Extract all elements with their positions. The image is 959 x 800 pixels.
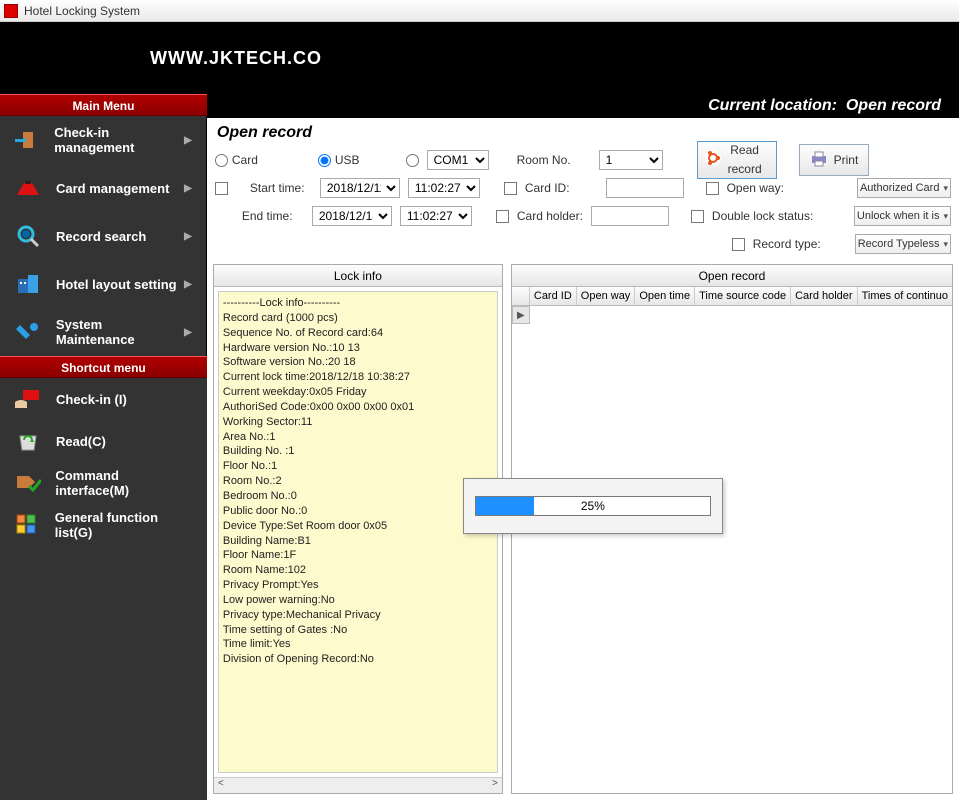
chevron-down-icon: ▾ <box>943 211 948 222</box>
recycle-icon <box>14 429 42 453</box>
shortcut-read[interactable]: Read(C) <box>0 420 207 462</box>
end-time-select[interactable]: 11:02:27 <box>400 206 472 226</box>
window-title: Hotel Locking System <box>24 4 140 18</box>
sidebar-item-label: System Maintenance <box>56 317 184 347</box>
sidebar-item-checkin-management[interactable]: Check-in management ▶ <box>0 116 207 164</box>
col-timesource[interactable]: Time source code <box>695 287 791 305</box>
end-date-select[interactable]: 2018/12/18 <box>312 206 392 226</box>
shortcut-label: General function list(G) <box>55 510 193 540</box>
chevron-down-icon: ▾ <box>943 183 948 194</box>
content-area: Current location: Open record Open recor… <box>207 94 959 800</box>
col-cardholder[interactable]: Card holder <box>791 287 857 305</box>
location-label: Current location: <box>708 97 837 114</box>
sidebar-item-hotel-layout[interactable]: Hotel layout setting ▶ <box>0 260 207 308</box>
start-time-select[interactable]: 11:02:27 <box>408 178 480 198</box>
shortcut-menu-header: Shortcut menu <box>0 356 207 378</box>
openway-label: Open way: <box>727 181 784 195</box>
sidebar-item-system-maintenance[interactable]: System Maintenance ▶ <box>0 308 207 356</box>
progress-label: 25% <box>476 497 710 515</box>
open-record-header: Open record <box>512 265 952 287</box>
radio-usb[interactable]: USB <box>318 153 360 167</box>
window-titlebar: Hotel Locking System <box>0 0 959 22</box>
rtype-checkbox[interactable] <box>732 238 745 251</box>
openway-checkbox[interactable] <box>706 182 719 195</box>
shortcut-general-function[interactable]: General function list(G) <box>0 504 207 546</box>
grid-header: Card ID Open way Open time Time source c… <box>512 287 952 306</box>
openway-select[interactable]: Authorized Card▾ <box>857 178 951 198</box>
card-icon <box>14 176 42 200</box>
shortcut-checkin[interactable]: Check-in (I) <box>0 378 207 420</box>
start-time-label: Start time: <box>250 181 312 195</box>
location-value: Open record <box>846 97 941 114</box>
cardholder-label: Card holder: <box>517 209 583 223</box>
col-cardid[interactable]: Card ID <box>530 287 577 305</box>
chevron-right-icon: ▶ <box>184 135 192 146</box>
sidebar-item-card-management[interactable]: Card management ▶ <box>0 164 207 212</box>
door-icon <box>14 128 40 152</box>
sidebar-item-label: Check-in management <box>54 125 184 155</box>
room-select[interactable]: 1 <box>599 150 663 170</box>
grid-body[interactable]: ▶ <box>512 306 952 793</box>
filter-area: Card USB COM1 Room No. 1 Read record <box>207 144 959 264</box>
col-openway[interactable]: Open way <box>577 287 636 305</box>
sidebar-item-record-search[interactable]: Record search ▶ <box>0 212 207 260</box>
progress-bar: 25% <box>475 496 711 516</box>
lock-info-panel: Lock info ----------Lock info---------- … <box>213 264 503 794</box>
radio-com[interactable] <box>406 154 419 167</box>
app-icon <box>4 4 18 18</box>
chevron-down-icon: ▾ <box>943 239 948 250</box>
shortcut-label: Check-in (I) <box>56 392 127 407</box>
rtype-select[interactable]: Record Typeless▾ <box>855 234 951 254</box>
sidebar: Main Menu Check-in management ▶ Card man… <box>0 94 207 800</box>
chevron-right-icon: ▶ <box>184 327 192 338</box>
page-title: Open record <box>207 118 959 144</box>
printer-icon <box>810 151 828 170</box>
location-bar: Current location: Open record <box>207 94 959 118</box>
cardholder-checkbox[interactable] <box>496 210 509 223</box>
shortcut-label: Command interface(M) <box>55 468 193 498</box>
dls-label: Double lock status: <box>712 209 813 223</box>
chevron-right-icon: ▶ <box>184 279 192 290</box>
col-times[interactable]: Times of continuo <box>858 287 952 305</box>
start-date-select[interactable]: 2018/12/11 <box>320 178 400 198</box>
chevron-right-icon: ▶ <box>184 231 192 242</box>
h-scrollbar[interactable]: <> <box>214 777 502 793</box>
progress-dialog: 25% <box>463 478 723 534</box>
lock-info-header: Lock info <box>214 265 502 287</box>
wrench-icon <box>14 320 42 344</box>
lock-info-text[interactable]: ----------Lock info---------- Record car… <box>218 291 498 773</box>
radio-card[interactable]: Card <box>215 153 258 167</box>
shortcut-label: Read(C) <box>56 434 106 449</box>
com-select[interactable]: COM1 <box>427 150 489 170</box>
main-menu-header: Main Menu <box>0 94 207 116</box>
col-opentime[interactable]: Open time <box>635 287 695 305</box>
hand-card-icon <box>14 387 42 411</box>
end-time-label: End time: <box>242 209 304 223</box>
read-record-button[interactable]: Read record <box>697 141 777 179</box>
print-button[interactable]: Print <box>799 144 870 176</box>
chevron-right-icon: ▶ <box>184 183 192 194</box>
room-label: Room No. <box>517 153 571 167</box>
banner-text: WWW.JKTECH.CO <box>150 48 322 69</box>
building-icon <box>14 272 42 296</box>
banner: WWW.JKTECH.CO <box>0 22 959 94</box>
dls-checkbox[interactable] <box>691 210 704 223</box>
search-icon <box>14 224 42 248</box>
row-selector[interactable]: ▶ <box>512 306 530 324</box>
rtype-label: Record type: <box>753 237 821 251</box>
cardid-checkbox[interactable] <box>504 182 517 195</box>
sidebar-item-label: Record search <box>56 229 146 244</box>
dls-select[interactable]: Unlock when it is▾ <box>854 206 951 226</box>
sidebar-item-label: Card management <box>56 181 169 196</box>
shortcut-command-interface[interactable]: Command interface(M) <box>0 462 207 504</box>
cardid-input[interactable] <box>606 178 684 198</box>
cardholder-input[interactable] <box>591 206 669 226</box>
ubuntu-icon <box>704 149 722 170</box>
sidebar-item-label: Hotel layout setting <box>56 277 177 292</box>
grid-icon <box>14 513 41 537</box>
time-range-checkbox[interactable] <box>215 182 228 195</box>
cardid-label: Card ID: <box>525 181 570 195</box>
tag-check-icon <box>14 471 41 495</box>
